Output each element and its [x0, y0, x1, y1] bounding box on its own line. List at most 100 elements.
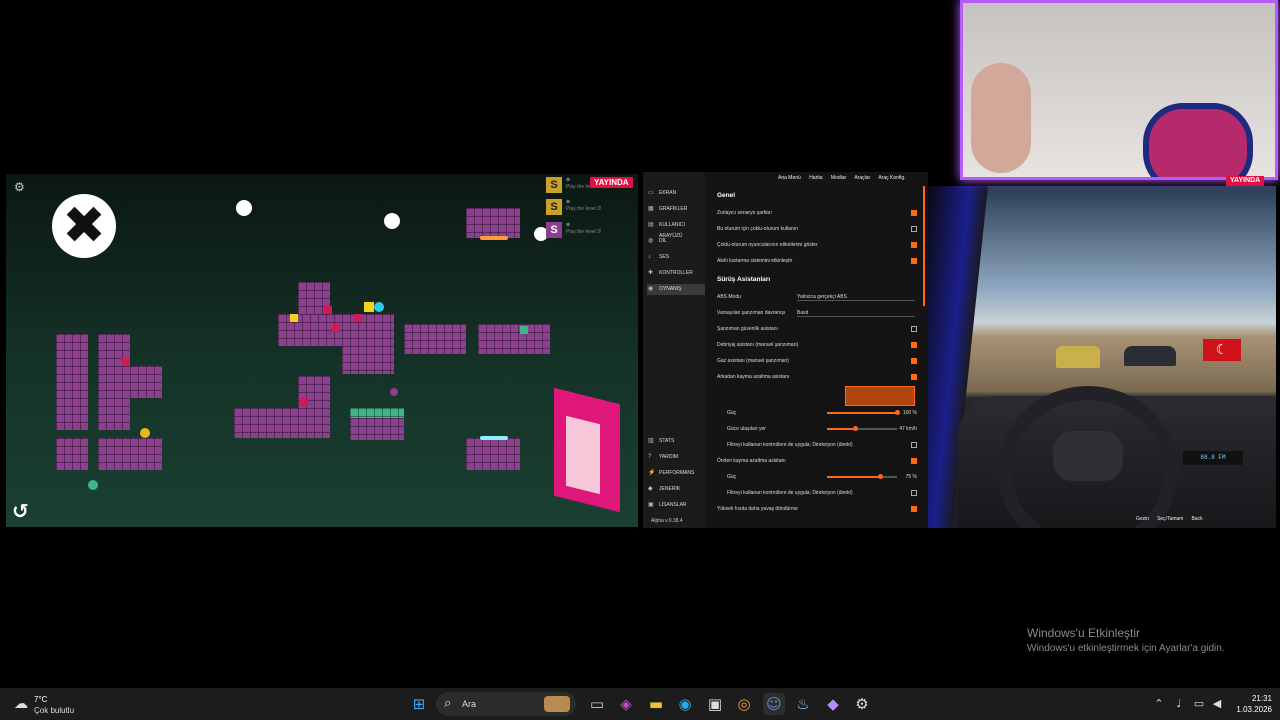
- sidebar-item-display[interactable]: ▭ EKRAN: [647, 188, 705, 199]
- checkbox[interactable]: [911, 258, 917, 264]
- volume-icon[interactable]: ◀: [1210, 696, 1224, 712]
- setting-row[interactable]: Şanzıman güvenlik asistanı: [717, 324, 917, 334]
- setting-row[interactable]: Gaz asistanı (manuel şanzıman): [717, 356, 917, 366]
- speed-slider[interactable]: [827, 426, 897, 431]
- windows-start-icon[interactable]: ⊞: [408, 693, 430, 715]
- turkish-flag-icon: ☾: [1203, 339, 1241, 361]
- sidebar-item-licenses[interactable]: ▣ LİSANSLAR: [647, 500, 705, 511]
- version-label: Alpha v.0.38.4: [651, 518, 683, 524]
- checkbox[interactable]: [911, 458, 917, 464]
- checkbox[interactable]: [911, 442, 917, 448]
- filter-row[interactable]: Filtreyi kullanan kontrollere de uygula:…: [727, 440, 917, 450]
- file-explorer-icon[interactable]: ▬: [645, 693, 667, 715]
- sidebar-item-gameplay[interactable]: ◉ OYNANIŞ: [647, 284, 705, 295]
- gold-coin: [140, 428, 150, 438]
- microsoft-365-icon[interactable]: ◈: [615, 693, 637, 715]
- search-input[interactable]: ⌕ Ara: [436, 692, 576, 716]
- chevron-up-icon[interactable]: ⌃: [1152, 696, 1166, 712]
- gamepad-icon: ✚: [648, 270, 654, 276]
- front-power-slider[interactable]: [827, 474, 897, 479]
- red-cell: [122, 358, 130, 366]
- sidebar-item-controls[interactable]: ✚ KONTROLLER: [647, 268, 705, 279]
- green-orb: [88, 480, 98, 490]
- checkbox[interactable]: [911, 490, 917, 496]
- front-power-slider-row[interactable]: Güç 75 %: [727, 472, 917, 482]
- game-settings-icon[interactable]: ⚙: [14, 180, 28, 194]
- sidebar-item-performance[interactable]: ⚡ PERFORMANS: [647, 468, 705, 479]
- chrome-icon[interactable]: ◎: [733, 693, 755, 715]
- cyan-ball: [374, 302, 384, 312]
- display-icon[interactable]: ▭: [1192, 696, 1206, 712]
- setting-row[interactable]: Bu oturum için çoklu-oturum kullanın: [717, 224, 917, 234]
- checkbox[interactable]: [911, 358, 917, 364]
- menu-main[interactable]: Ana Menü: [778, 175, 801, 181]
- cloud-icon: ☁: [14, 696, 28, 712]
- close-icon[interactable]: ✖: [52, 194, 116, 258]
- sidebar-item-credits[interactable]: ◆ JENERİK: [647, 484, 705, 495]
- checkbox[interactable]: [911, 210, 917, 216]
- sidebar-item-stats[interactable]: ▥ STATS: [647, 436, 705, 447]
- setting-row[interactable]: Çoklu-oturum oyuncularının etiketlerini …: [717, 240, 917, 250]
- setting-row[interactable]: Akıllı kurtarma sistemini etkinleştir: [717, 256, 917, 266]
- sidebar-item-language[interactable]: ◍ DİL: [647, 236, 705, 247]
- sidebar-item-help[interactable]: ? YARDIM: [647, 452, 705, 463]
- setting-row[interactable]: Arkadan kayma azaltma asistanı: [717, 372, 917, 382]
- block-base: [56, 438, 88, 470]
- power-slider-row[interactable]: Güç 100 %: [727, 408, 917, 418]
- purple-ball: [390, 388, 398, 396]
- checkbox[interactable]: [911, 326, 917, 332]
- block-column: [98, 334, 130, 430]
- abs-mode-select[interactable]: Yalnızca gerçekçi ABS: [797, 293, 915, 301]
- menu-vehicles[interactable]: Araçlar: [854, 175, 870, 181]
- filter-row[interactable]: Filtreyi kullanan kontrollere de uygula:…: [727, 488, 917, 498]
- puzzle-game-view[interactable]: ⚙ ✖ ↺: [6, 174, 638, 527]
- clock[interactable]: 21:31 1.03.2026: [1236, 693, 1272, 715]
- block-base: [98, 438, 162, 470]
- credits-icon: ◆: [648, 486, 653, 492]
- setting-row[interactable]: Zorlayıcı senaryo şartları: [717, 208, 917, 218]
- checkbox[interactable]: [911, 374, 917, 380]
- edge-icon[interactable]: ◉: [674, 693, 696, 715]
- sidebar-item-audio[interactable]: ♪ SES: [647, 252, 705, 263]
- checkbox[interactable]: [911, 242, 917, 248]
- assist-curve-graph: [845, 386, 915, 406]
- gearbox-select[interactable]: Basit: [797, 309, 915, 317]
- red-cell: [324, 306, 332, 314]
- radio-display: 88.8 FM: [1183, 451, 1243, 465]
- section-title-general: Genel: [717, 192, 736, 199]
- power-slider[interactable]: [827, 410, 900, 415]
- sidebar-item-graphics[interactable]: ▦ GRAFİKLER: [647, 204, 705, 215]
- driving-game-view[interactable]: ☾ 88.8 FM Gezin Seç/Tamam Back: [928, 186, 1276, 528]
- yellow-cell: [290, 314, 298, 322]
- red-cell: [332, 324, 340, 332]
- menu-map[interactable]: Harita: [809, 175, 822, 181]
- system-tray: ⌃ ♩ ▭ ◀ 21:31 1.03.2026: [1150, 688, 1280, 720]
- checkbox[interactable]: [911, 506, 917, 512]
- weather-widget[interactable]: ☁ 7°C Çok bulutlu: [10, 691, 100, 717]
- speed-slider-row[interactable]: Güce ulaşılan yer 47 km/h: [727, 424, 917, 434]
- highspeed-row[interactable]: Yüksek hızda daha yavaş döndürme: [717, 504, 917, 514]
- microphone-icon[interactable]: ♩: [1172, 696, 1186, 712]
- settings-scrollbar[interactable]: [923, 186, 925, 306]
- menu-vehicle-config[interactable]: Araç Konfig.: [878, 175, 905, 181]
- checkbox[interactable]: [911, 226, 917, 232]
- obs-icon[interactable]: ◆: [822, 693, 844, 715]
- setting-row[interactable]: Debriyaj asistanı (manuel şanzıman): [717, 340, 917, 350]
- yellow-cell: [364, 302, 374, 312]
- gearbox-row[interactable]: Varsayılan şanzıman davranışı Basit: [717, 308, 917, 318]
- steam-icon[interactable]: ♨: [792, 693, 814, 715]
- task-view-icon[interactable]: ▭: [586, 693, 608, 715]
- block-floor: [350, 418, 404, 440]
- discord-icon[interactable]: ☺: [763, 693, 785, 715]
- undo-icon[interactable]: ↺: [12, 500, 34, 522]
- performance-icon: ⚡: [648, 470, 656, 476]
- settings-icon[interactable]: ⚙: [851, 693, 873, 715]
- abs-mode-row[interactable]: ABS Modu Yalnızca gerçekçi ABS: [717, 292, 917, 302]
- license-icon: ▣: [648, 502, 654, 508]
- menu-mods[interactable]: Modlar: [831, 175, 846, 181]
- store-icon[interactable]: ▣: [704, 693, 726, 715]
- sound-icon: ♪: [648, 254, 651, 260]
- checkbox[interactable]: [911, 342, 917, 348]
- front-assist-row[interactable]: Önden kayma azaltma asistanı: [717, 456, 917, 466]
- sidebar-item-ui[interactable]: ▤ KULLANICI ARAYÜZÜ: [647, 220, 705, 239]
